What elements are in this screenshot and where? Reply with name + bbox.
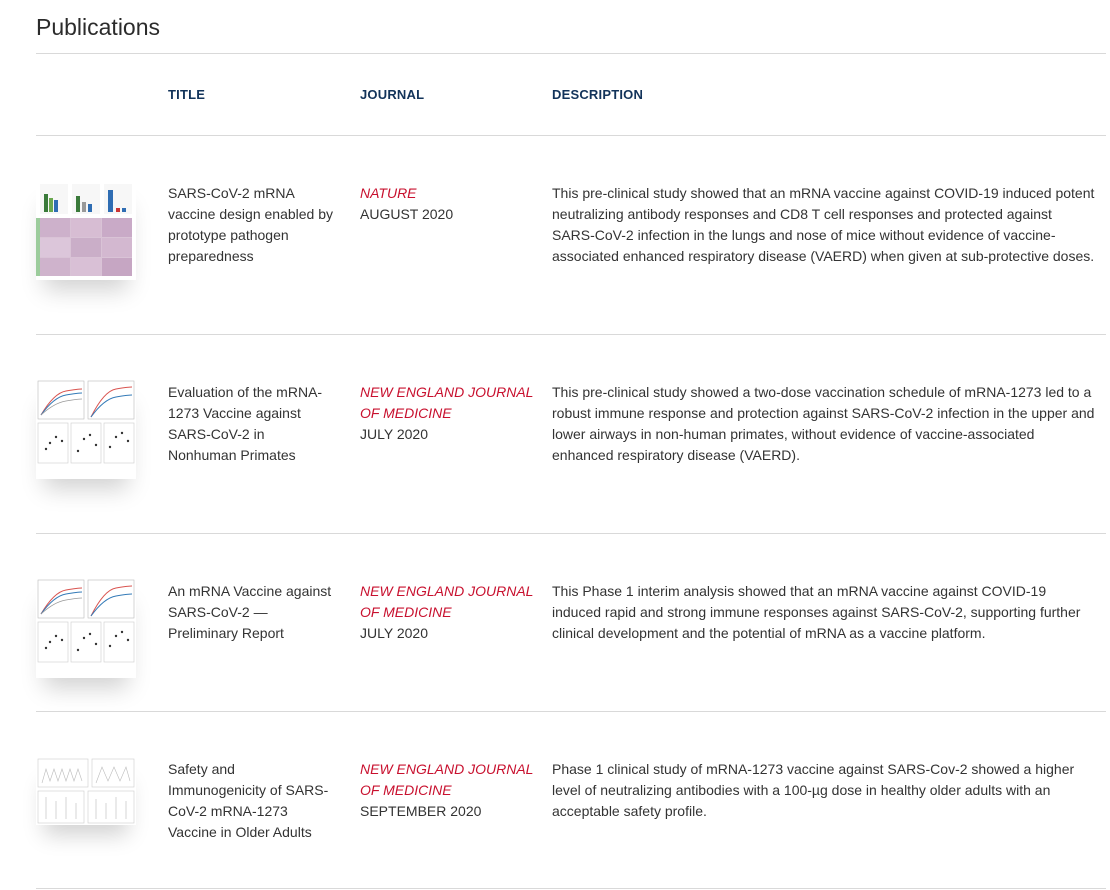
journal-name: NEW ENGLAND JOURNAL OF MEDICINE: [360, 761, 534, 798]
column-header-description: DESCRIPTION: [552, 87, 644, 102]
publication-date: AUGUST 2020: [360, 206, 454, 222]
figure-thumbnail-curves[interactable]: [36, 379, 136, 479]
publication-date: SEPTEMBER 2020: [360, 803, 482, 819]
publication-date: JULY 2020: [360, 426, 428, 442]
publication-description: This Phase 1 interim analysis showed tha…: [552, 583, 1081, 641]
publication-description: This pre-clinical study showed that an m…: [552, 185, 1095, 264]
publication-title[interactable]: Evaluation of the mRNA-1273 Vaccine agai…: [168, 382, 336, 466]
publication-title[interactable]: SARS-CoV-2 mRNA vaccine design enabled b…: [168, 183, 336, 267]
publication-journal: NATURE AUGUST 2020: [360, 183, 535, 225]
column-header-title: TITLE: [168, 87, 206, 102]
publication-description: Phase 1 clinical study of mRNA-1273 vacc…: [552, 761, 1075, 819]
column-header-journal: JOURNAL: [360, 87, 425, 102]
row-divider: [36, 533, 1106, 534]
publication-date: JULY 2020: [360, 625, 428, 641]
publication-journal: NEW ENGLAND JOURNAL OF MEDICINE JULY 202…: [360, 581, 535, 644]
publication-journal: NEW ENGLAND JOURNAL OF MEDICINE SEPTEMBE…: [360, 759, 535, 822]
row-divider: [36, 711, 1106, 712]
publication-title[interactable]: Safety and Immunogenicity of SARS-CoV-2 …: [168, 759, 336, 843]
figure-thumbnail-heatmap[interactable]: [36, 180, 136, 280]
page-title: Publications: [36, 14, 161, 40]
figure-thumbnail-panels[interactable]: [36, 757, 136, 825]
journal-name: NEW ENGLAND JOURNAL OF MEDICINE: [360, 384, 534, 421]
row-divider: [36, 334, 1106, 335]
header-divider: [36, 135, 1106, 136]
row-divider: [36, 888, 1106, 889]
publications-section: Publications TITLE JOURNAL DESCRIPTION S…: [0, 0, 1110, 890]
figure-thumbnail-curves[interactable]: [36, 578, 136, 678]
publication-title[interactable]: An mRNA Vaccine against SARS-CoV-2 — Pre…: [168, 581, 336, 644]
publication-description: This pre-clinical study showed a two-dos…: [552, 384, 1095, 463]
journal-name: NATURE: [360, 185, 417, 201]
publication-journal: NEW ENGLAND JOURNAL OF MEDICINE JULY 202…: [360, 382, 535, 445]
journal-name: NEW ENGLAND JOURNAL OF MEDICINE: [360, 583, 534, 620]
title-divider: [36, 53, 1106, 54]
